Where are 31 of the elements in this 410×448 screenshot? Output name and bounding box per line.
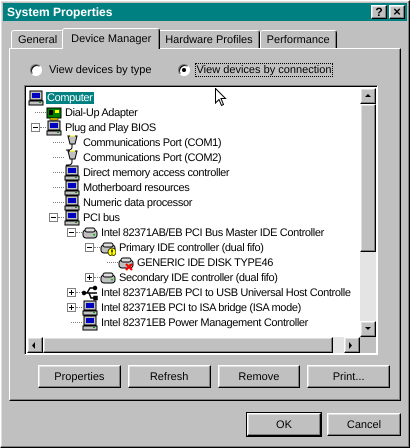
tree-item[interactable]: Computer: [46, 92, 94, 104]
action-button[interactable]: Remove: [218, 365, 300, 388]
tree-item[interactable]: Primary IDE controller (dual fifo): [118, 242, 265, 254]
help-button[interactable]: ?: [371, 5, 387, 19]
action-button[interactable]: Print...: [307, 365, 390, 388]
tab[interactable]: General: [11, 30, 64, 48]
action-button[interactable]: Properties: [38, 365, 121, 388]
window-title: System Properties: [7, 5, 114, 19]
tab[interactable]: Performance: [260, 30, 337, 48]
tree-item[interactable]: Dial-Up Adapter: [64, 106, 138, 118]
radio-label[interactable]: View devices by connection: [194, 63, 334, 77]
tree-item[interactable]: Communications Port (COM1): [82, 136, 222, 148]
action-button[interactable]: Refresh: [128, 365, 210, 388]
tree-item[interactable]: Motherboard resources: [82, 182, 190, 194]
dialog-button[interactable]: OK: [247, 413, 321, 436]
tree-item[interactable]: Numeric data processor: [82, 196, 194, 208]
tab[interactable]: Hardware Profiles: [158, 30, 260, 48]
tree-item[interactable]: Secondary IDE controller (dual fifo): [118, 272, 279, 284]
tree-item[interactable]: Communications Port (COM2): [82, 152, 222, 164]
tree-item[interactable]: Intel 82371AB/EB PCI to USB Universal Host Controlle: [100, 286, 352, 298]
radio-label[interactable]: View devices by type: [47, 63, 154, 77]
close-button[interactable]: ×: [389, 5, 405, 19]
tree-item[interactable]: Plug and Play BIOS: [64, 122, 157, 134]
tree-item[interactable]: PCI bus: [82, 212, 121, 224]
tree-item[interactable]: Intel 82371EB Power Management Controller: [100, 316, 309, 328]
tree-item[interactable]: Intel 82371EB PCI to ISA bridge (ISA mode): [100, 302, 302, 314]
dialog-button[interactable]: Cancel: [327, 413, 401, 436]
tree-item[interactable]: GENERIC IDE DISK TYPE46: [136, 256, 274, 268]
tree-item[interactable]: Intel 82371AB/EB PCI Bus Master IDE Controller: [100, 226, 325, 238]
tab[interactable]: Device Manager: [62, 28, 160, 49]
tree-item[interactable]: Direct memory access controller: [82, 166, 230, 178]
